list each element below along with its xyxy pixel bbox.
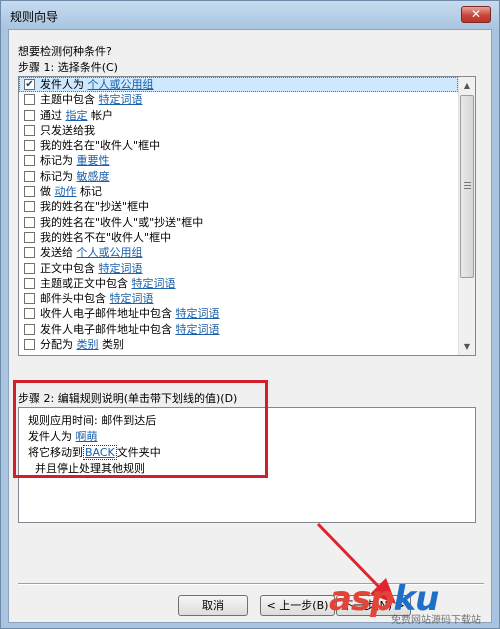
condition-text: 通过 xyxy=(40,108,66,122)
title-bar: 规则向导 ✕ xyxy=(1,1,499,29)
condition-link[interactable]: 特定词语 xyxy=(176,323,220,336)
scroll-down-icon[interactable]: ▼ xyxy=(459,338,475,355)
condition-item[interactable]: 通过 指定 帐户 xyxy=(19,108,458,123)
rules-wizard-window: 规则向导 ✕ 想要检测何种条件? 步骤 1: 选择条件(C) ✔ 发件人为 个人或… xyxy=(0,0,500,629)
condition-link[interactable]: 指定 xyxy=(66,109,88,122)
condition-checkbox[interactable] xyxy=(24,323,35,335)
condition-text: 分配为 xyxy=(40,338,77,352)
watermark-subtitle: 免费网站源码下载站 xyxy=(391,615,481,626)
condition-text: 主题中包含 xyxy=(40,93,99,107)
condition-item[interactable]: 发件人电子邮件地址中包含 特定词语 xyxy=(19,322,458,337)
condition-item[interactable]: 主题中包含 特定词语 xyxy=(19,92,458,107)
condition-link[interactable]: 个人或公用组 xyxy=(88,78,154,91)
highlight-box xyxy=(13,380,268,478)
condition-checkbox[interactable] xyxy=(24,186,35,198)
condition-item[interactable]: 标记为 重要性 xyxy=(19,153,458,168)
condition-text: 正文中包含 xyxy=(40,261,99,275)
condition-checkbox[interactable] xyxy=(24,277,35,289)
condition-text: 做 xyxy=(40,185,55,199)
scroll-thumb[interactable] xyxy=(460,95,474,278)
condition-link[interactable]: 特定词语 xyxy=(176,307,220,320)
window-title: 规则向导 xyxy=(10,10,59,24)
condition-checkbox[interactable] xyxy=(24,247,35,259)
condition-item[interactable]: 我的姓名在"收件人"或"抄送"框中 xyxy=(19,215,458,230)
condition-checkbox[interactable] xyxy=(24,339,35,351)
condition-link[interactable]: 特定词语 xyxy=(132,277,176,290)
condition-item[interactable]: 正文中包含 特定词语 xyxy=(19,261,458,276)
condition-item[interactable]: 我的姓名在"抄送"框中 xyxy=(19,199,458,214)
condition-checkbox[interactable] xyxy=(24,293,35,305)
condition-checkbox[interactable] xyxy=(24,109,35,121)
watermark-asp: asp xyxy=(329,579,395,619)
condition-text: 发件人电子邮件地址中包含 xyxy=(40,322,176,336)
conditions-rows: ✔ 发件人为 个人或公用组 主题中包含 特定词语 通过 指定 帐户 只发送给我 我的姓名在… xyxy=(19,77,458,352)
condition-text: 我的姓名不在"收件人"框中 xyxy=(40,230,172,244)
condition-item[interactable]: 只发送给我 xyxy=(19,123,458,138)
condition-text: 主题或正文中包含 xyxy=(40,276,132,290)
condition-item[interactable]: 发送给 个人或公用组 xyxy=(19,245,458,260)
condition-link[interactable]: 特定词语 xyxy=(99,93,143,106)
condition-item[interactable]: ✔ 发件人为 个人或公用组 xyxy=(19,77,458,93)
scroll-up-icon[interactable]: ▲ xyxy=(459,77,475,94)
condition-checkbox[interactable] xyxy=(24,124,35,136)
conditions-scrollbar[interactable]: ▲ ▼ xyxy=(458,77,475,355)
condition-text: 标记为 xyxy=(40,154,77,168)
condition-text: 只发送给我 xyxy=(40,123,95,137)
condition-text: 发送给 xyxy=(40,246,77,260)
condition-checkbox[interactable]: ✔ xyxy=(24,79,35,90)
condition-link[interactable]: 特定词语 xyxy=(99,262,143,275)
conditions-list[interactable]: ✔ 发件人为 个人或公用组 主题中包含 特定词语 通过 指定 帐户 只发送给我 我的姓名在… xyxy=(18,76,476,356)
condition-text: 邮件头中包含 xyxy=(40,292,110,306)
question-label: 想要检测何种条件? xyxy=(18,45,112,58)
condition-suffix: 标记 xyxy=(76,185,102,199)
condition-checkbox[interactable] xyxy=(24,231,35,243)
condition-checkbox[interactable] xyxy=(24,216,35,228)
cancel-button[interactable]: 取消 xyxy=(178,595,248,616)
condition-checkbox[interactable] xyxy=(24,155,35,167)
condition-text: 标记为 xyxy=(40,169,77,183)
condition-checkbox[interactable] xyxy=(24,140,35,152)
condition-link[interactable]: 个人或公用组 xyxy=(77,246,143,259)
condition-text: 发件人为 xyxy=(40,78,88,91)
condition-text: 收件人电子邮件地址中包含 xyxy=(40,307,176,321)
condition-suffix: 类别 xyxy=(98,338,124,352)
condition-link[interactable]: 重要性 xyxy=(77,154,110,167)
condition-text: 我的姓名在"收件人"或"抄送"框中 xyxy=(40,215,204,229)
dialog-client: 想要检测何种条件? 步骤 1: 选择条件(C) ✔ 发件人为 个人或公用组 主题中包… xyxy=(8,29,492,623)
condition-link[interactable]: 敏感度 xyxy=(77,170,110,183)
condition-suffix: 帐户 xyxy=(87,108,113,122)
close-button[interactable]: ✕ xyxy=(461,6,491,23)
condition-text: 我的姓名在"抄送"框中 xyxy=(40,200,150,214)
condition-item[interactable]: 分配为 类别 类别 xyxy=(19,337,458,352)
condition-link[interactable]: 特定词语 xyxy=(110,292,154,305)
condition-checkbox[interactable] xyxy=(24,94,35,106)
condition-item[interactable]: 我的姓名在"收件人"框中 xyxy=(19,138,458,153)
condition-item[interactable]: 做 动作 标记 xyxy=(19,184,458,199)
condition-checkbox[interactable] xyxy=(24,170,35,182)
condition-item[interactable]: 我的姓名不在"收件人"框中 xyxy=(19,230,458,245)
condition-link[interactable]: 类别 xyxy=(77,338,99,351)
condition-item[interactable]: 标记为 敏感度 xyxy=(19,169,458,184)
condition-link[interactable]: 动作 xyxy=(55,185,77,198)
condition-checkbox[interactable] xyxy=(24,201,35,213)
condition-checkbox[interactable] xyxy=(24,308,35,320)
condition-item[interactable]: 邮件头中包含 特定词语 xyxy=(19,291,458,306)
grip-icon xyxy=(464,182,471,191)
condition-text: 我的姓名在"收件人"框中 xyxy=(40,139,161,153)
step1-label: 步骤 1: 选择条件(C) xyxy=(18,61,118,74)
condition-item[interactable]: 主题或正文中包含 特定词语 xyxy=(19,276,458,291)
condition-checkbox[interactable] xyxy=(24,262,35,274)
condition-item[interactable]: 收件人电子邮件地址中包含 特定词语 xyxy=(19,306,458,321)
